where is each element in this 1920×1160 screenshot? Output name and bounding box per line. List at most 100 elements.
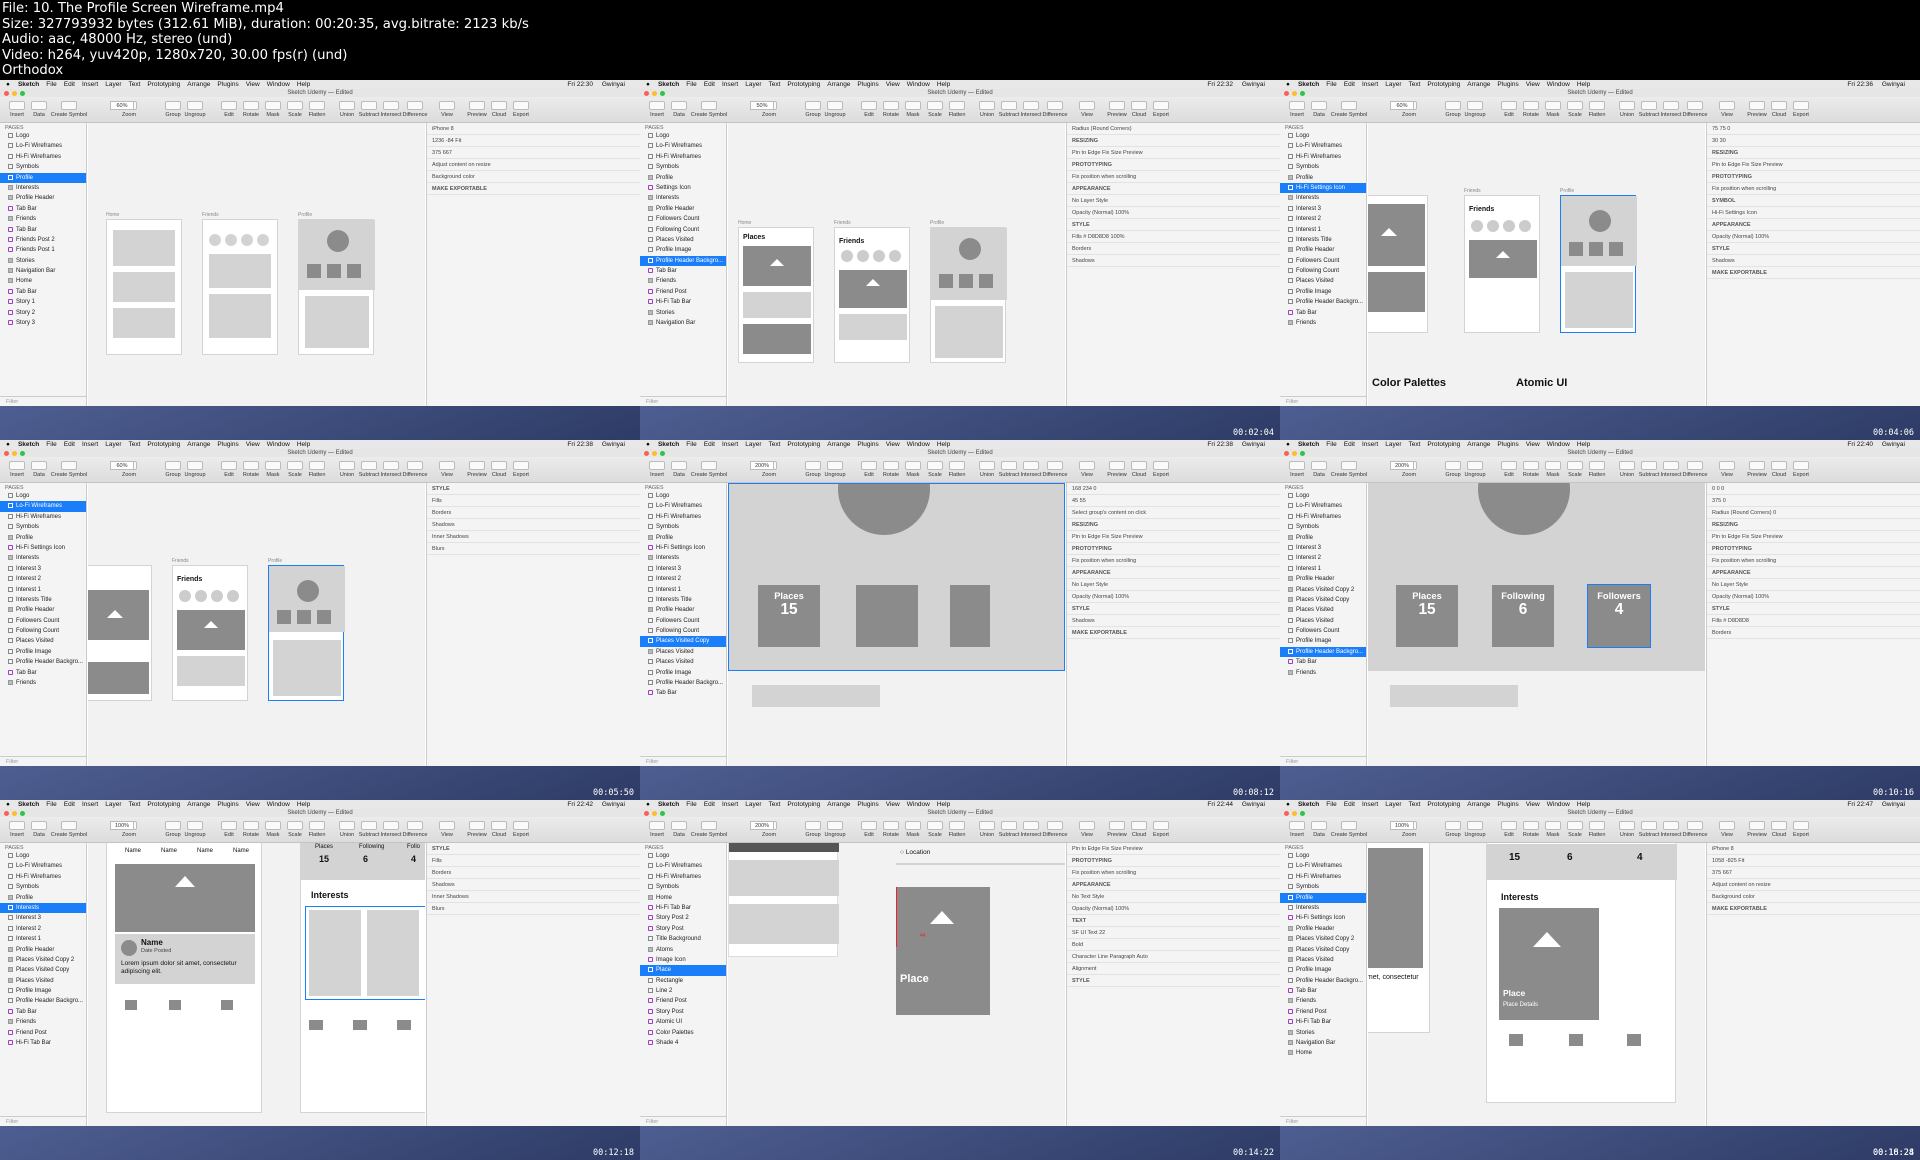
toolbar-data-icon[interactable] [31,461,47,470]
toolbar-mask-icon[interactable] [265,461,281,470]
menu-item[interactable]: Insert [1362,440,1378,449]
inspector-row[interactable]: Fills [427,855,640,867]
layer-item[interactable]: Atoms [640,945,726,955]
menu-item[interactable]: Plugins [217,440,238,449]
toolbar-group-icon[interactable] [805,461,821,470]
toolbar-difference-icon[interactable] [1047,461,1063,470]
layer-item[interactable]: Places Visited Copy [0,965,86,975]
layer-item[interactable]: Profile Header Backgro... [640,678,726,688]
toolbar-difference-icon[interactable] [1687,821,1703,830]
layer-item[interactable]: Profile Image [1280,965,1366,975]
zoom-level[interactable]: 50% [750,101,774,110]
layer-item[interactable]: Interests [0,183,86,193]
toolbar-difference-icon[interactable] [1687,101,1703,110]
close-window-button[interactable] [1284,451,1289,456]
layer-item[interactable]: Place [640,965,726,976]
menu-item[interactable]: File [46,800,56,809]
toolbar-rotate-icon[interactable] [883,821,899,830]
toolbar-mask-icon[interactable] [1545,101,1561,110]
layer-item[interactable]: Interest 3 [640,564,726,574]
toolbar-intersect-icon[interactable] [1023,461,1039,470]
close-window-button[interactable] [644,91,649,96]
toolbar-scale-icon[interactable] [1567,101,1583,110]
layer-item[interactable]: Navigation Bar [0,266,86,276]
inspector-row[interactable]: Shadows [1067,255,1280,267]
toolbar-flatten-icon[interactable] [1589,101,1605,110]
toolbar-subtract-icon[interactable] [361,461,377,470]
layer-item[interactable]: Following Count [640,225,726,235]
toolbar-data-icon[interactable] [671,101,687,110]
toolbar-rotate-icon[interactable] [883,461,899,470]
menu-item[interactable]: Help [1577,800,1590,809]
app-menu-sketch[interactable]: Sketch [18,440,39,449]
layer-item[interactable]: Profile Header Backgro... [1280,297,1366,307]
toolbar-edit-icon[interactable] [861,101,877,110]
layer-item[interactable]: Hi-Fi Wireframes [1280,872,1366,882]
layer-item[interactable]: Interests [640,193,726,203]
layer-item[interactable]: Profile Header Backgro... [0,996,86,1006]
menu-item[interactable]: Insert [82,800,98,809]
layer-item[interactable]: Hi-Fi Tab Bar [1280,1017,1366,1027]
menu-item[interactable]: Edit [1344,80,1355,89]
toolbar-intersect-icon[interactable] [1023,821,1039,830]
layer-item[interactable]: Hi-Fi Wireframes [0,512,86,522]
inspector-row[interactable]: Fix position when scrolling [1067,867,1280,879]
toolbar-view-icon[interactable] [439,821,455,830]
menu-item[interactable]: Arrange [827,800,850,809]
layer-item[interactable]: Profile Header [0,193,86,203]
zoom-window-button[interactable] [660,91,665,96]
layer-item[interactable]: Hi-Fi Tab Bar [640,297,726,307]
toolbar-ungroup-icon[interactable] [827,101,843,110]
artboard[interactable] [298,219,375,355]
layer-item[interactable]: Interests [0,553,86,563]
inspector-row[interactable]: Radius (Round Corners) 0 [1707,507,1920,519]
menu-item[interactable]: Edit [1344,800,1355,809]
toolbar-group-icon[interactable] [805,101,821,110]
design-canvas[interactable]: ○ Location Place 44 [728,843,1065,1126]
artboard[interactable] [202,219,278,355]
layer-item[interactable]: Symbols [0,522,86,532]
layer-item[interactable]: Friends [0,678,86,688]
layer-item[interactable]: Following Count [640,626,726,636]
toolbar-export-icon[interactable] [1793,101,1809,110]
menu-item[interactable]: Window [267,800,290,809]
toolbar-cloud-icon[interactable] [1131,101,1147,110]
layer-item[interactable]: Symbols [0,882,86,892]
layer-item[interactable]: Interests Title [0,595,86,605]
toolbar-union-icon[interactable] [979,461,995,470]
toolbar-intersect-icon[interactable] [1663,821,1679,830]
layer-item[interactable]: Profile [0,533,86,543]
toolbar-cloud-icon[interactable] [491,101,507,110]
menu-item[interactable]: Text [128,80,140,89]
inspector-row[interactable]: No Layer Style [1067,579,1280,591]
toolbar-mask-icon[interactable] [905,101,921,110]
toolbar-rotate-icon[interactable] [243,461,259,470]
zoom-level[interactable]: 100% [1390,821,1414,830]
layer-item[interactable]: Logo [1280,131,1366,141]
menu-item[interactable]: Prototyping [147,440,180,449]
toolbar-insert-icon[interactable] [9,461,25,470]
menu-item[interactable]: View [886,80,900,89]
layer-item[interactable]: Lo-Fi Wireframes [640,501,726,511]
menu-item[interactable]: View [1526,80,1540,89]
layer-item[interactable]: Friend Post [0,1028,86,1038]
inspector-row[interactable]: Borders [427,507,640,519]
artboard[interactable] [88,565,152,701]
layers-filter-input[interactable]: Filter [0,756,86,766]
toolbar-preview-icon[interactable] [469,821,485,830]
menu-item[interactable]: Arrange [1467,800,1490,809]
toolbar-subtract-icon[interactable] [1001,461,1017,470]
toolbar-export-icon[interactable] [513,101,529,110]
artboard[interactable] [106,219,182,355]
menu-item[interactable]: Plugins [1497,80,1518,89]
menu-item[interactable]: Window [907,80,930,89]
layer-item[interactable]: Profile Image [1280,636,1366,646]
menu-item[interactable]: Window [1547,800,1570,809]
layer-item[interactable]: Symbols [640,162,726,172]
layer-item[interactable]: Profile Image [640,668,726,678]
layer-item[interactable]: Symbols [1280,162,1366,172]
layer-item[interactable]: Profile Header Backgro... [0,657,86,667]
layer-item[interactable]: Friends [0,214,86,224]
layer-item[interactable]: Story Post 2 [640,913,726,923]
layer-item[interactable]: Places Visited [0,636,86,646]
